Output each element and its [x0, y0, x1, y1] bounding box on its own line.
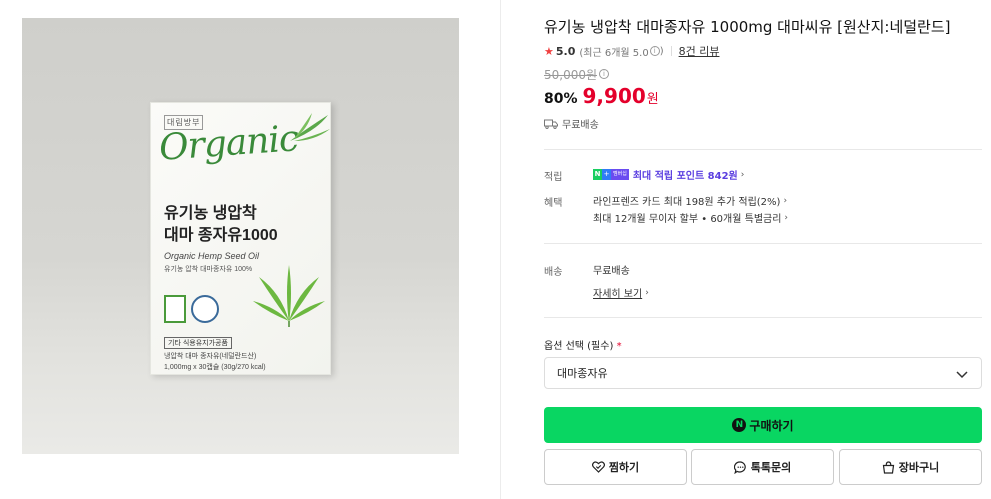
wish-button-label: 찜하기	[608, 461, 640, 474]
divider	[670, 46, 672, 56]
buy-button[interactable]: N 구매하기	[544, 407, 982, 443]
talk-inquiry-button[interactable]: 톡톡문의	[691, 449, 834, 485]
wish-button[interactable]: 찜하기	[544, 449, 687, 485]
heart-icon	[591, 461, 605, 473]
max-points-link[interactable]: 최대 적립 포인트 842원	[633, 167, 738, 182]
option-select[interactable]: 대마종자유	[544, 357, 982, 389]
hemp-leaf-icon	[253, 265, 325, 327]
npay-membership-badge: N + 멤버십	[593, 169, 629, 180]
benefit-label: 혜택	[544, 198, 563, 209]
benefit-card-text: 라인프렌즈 카드 최대 198원 추가 적립(2%)	[593, 197, 781, 208]
divider-line	[544, 317, 982, 318]
chevron-right-icon: ›	[740, 169, 745, 180]
package-title-line1: 유기농 냉압착	[164, 205, 257, 222]
info-icon[interactable]: i	[649, 46, 660, 56]
chevron-right-icon: ›	[645, 287, 649, 298]
price-row: 80% 9,900 원	[544, 84, 659, 108]
product-image-panel: 대림방부 Organic 유기농 냉압착 대마 종자유1000 Organic …	[0, 0, 501, 499]
chevron-down-icon	[956, 371, 968, 379]
delivery-value: 무료배송	[593, 266, 630, 277]
cart-button[interactable]: 장바구니	[839, 449, 982, 485]
divider-line	[544, 149, 982, 150]
rating-score: 5.0	[555, 44, 576, 58]
package-title: 유기농 냉압착 대마 종자유1000	[164, 203, 278, 247]
naverpay-n-icon: N	[732, 418, 747, 432]
price-unit: 원	[646, 92, 659, 107]
delivery-label: 배송	[544, 267, 563, 278]
product-info-panel: 유기농 냉압착 대마종자유 1000mg 대마씨유 [원산지:네덜란드] ★ 5…	[544, 0, 982, 499]
points-label: 적립	[544, 172, 563, 183]
rating-recent-close: )	[659, 45, 664, 57]
points-row: N + 멤버십 최대 적립 포인트 842원 ›	[593, 167, 744, 182]
delivery-detail-row[interactable]: 자세히 보기 ›	[593, 285, 649, 301]
discount-rate: 80%	[544, 91, 578, 107]
star-icon: ★	[544, 44, 554, 58]
rating-row: ★ 5.0 (최근 6개월 5.0 i ) 8건 리뷰	[544, 43, 719, 59]
package-english-name: Organic Hemp Seed Oil	[164, 251, 260, 261]
buy-button-label: 구매하기	[749, 418, 794, 433]
chevron-right-icon: ›	[783, 195, 788, 206]
package-script-title: Organic	[157, 118, 300, 169]
hemp-leaf-small-icon	[290, 113, 330, 141]
npay-n-mark: N	[593, 169, 602, 180]
organic-cert-icon	[164, 295, 186, 323]
cart-button-label: 장바구니	[898, 461, 940, 474]
npay-plus-mark: +	[602, 169, 611, 180]
truck-icon	[544, 119, 558, 129]
rating-recent: (최근 6개월 5.0	[579, 47, 649, 59]
benefit-installment-text: 최대 12개월 무이자 할부 • 60개월 특별금리	[593, 214, 782, 225]
benefit-card-row[interactable]: 라인프렌즈 카드 최대 198원 추가 적립(2%) ›	[593, 193, 788, 209]
haccp-cert-icon	[191, 295, 219, 323]
product-package: 대림방부 Organic 유기농 냉압착 대마 종자유1000 Organic …	[150, 102, 331, 375]
shipping-text: 무료배송	[562, 120, 599, 131]
required-mark: *	[616, 341, 622, 352]
package-korean-desc: 유기농 압착 대마종자유 100%	[164, 266, 253, 273]
option-selected-value: 대마종자유	[557, 367, 608, 380]
npay-member-text: 멤버십	[611, 169, 629, 180]
review-count-link[interactable]: 8건 리뷰	[679, 43, 720, 59]
product-title: 유기농 냉압착 대마종자유 1000mg 대마씨유 [원산지:네덜란드]	[544, 18, 951, 36]
delivery-detail-link[interactable]: 자세히 보기	[593, 285, 642, 300]
benefit-installment-row[interactable]: 최대 12개월 무이자 할부 • 60개월 특별금리 ›	[593, 210, 789, 226]
package-category-tag: 기타 식용유지가공품	[164, 337, 232, 349]
talk-button-label: 톡톡문의	[750, 461, 792, 474]
chevron-right-icon: ›	[784, 212, 789, 223]
package-ingredient: 냉압착 대마 종자유(네덜란드산)	[164, 353, 257, 360]
sale-price: 9,900	[582, 84, 646, 108]
package-capacity: 1,000mg x 30캡슐 (30g/270 kcal)	[164, 364, 266, 371]
product-image[interactable]: 대림방부 Organic 유기농 냉압착 대마 종자유1000 Organic …	[22, 18, 459, 454]
option-label: 옵션 선택 (필수) *	[544, 337, 622, 352]
price-info-icon[interactable]: i	[599, 69, 609, 79]
option-label-text: 옵션 선택 (필수)	[544, 341, 614, 352]
shipping-row: 무료배송	[544, 116, 599, 131]
package-title-line2: 대마 종자유1000	[164, 227, 278, 244]
divider-line	[544, 243, 982, 244]
shopping-bag-icon	[882, 460, 894, 474]
chat-bubble-icon	[733, 460, 746, 474]
original-price: 50,000원	[544, 68, 598, 82]
